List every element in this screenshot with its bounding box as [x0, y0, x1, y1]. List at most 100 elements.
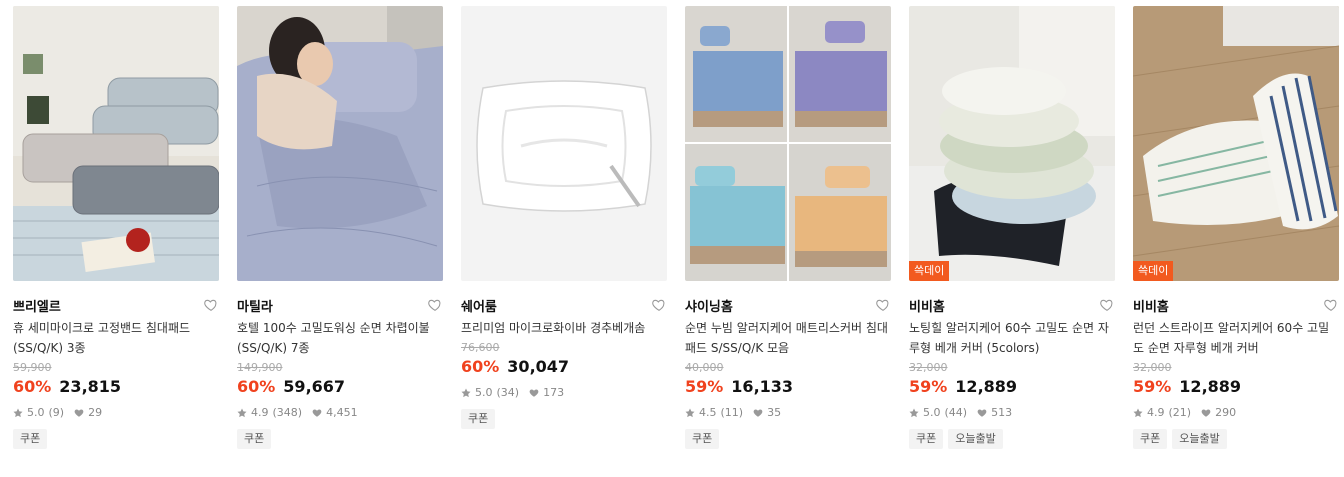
product-stats: 5.0 (34) 173: [461, 386, 667, 399]
discount-rate: 60%: [237, 377, 276, 396]
product-image[interactable]: [461, 6, 667, 281]
discount-rate: 60%: [13, 377, 52, 396]
brand-name[interactable]: 쉐어룸: [461, 296, 497, 315]
product-photo-pillow: [461, 6, 667, 281]
like-count: 173: [543, 386, 565, 399]
coupon-tag: 쿠폰: [685, 429, 720, 449]
product-grid: 쁘리엘르 휴 세미마이크로 고정밴드 침대패드 (SS/Q/K) 3종 59,9…: [13, 6, 1339, 449]
product-card[interactable]: 쓱데이 비비홈 노팅힐 알러지케어 60수 고밀도 순면 자루형 베개 커버 (…: [909, 6, 1115, 449]
review-count: (9): [48, 406, 65, 419]
like-icon: [529, 388, 539, 397]
product-image[interactable]: [13, 6, 219, 281]
like-icon: [977, 408, 987, 417]
product-stats: 4.9 (348) 4,451: [237, 406, 443, 419]
review-count: (44): [944, 406, 968, 419]
same-day-ship-tag: 오늘출발: [948, 429, 1003, 449]
brand-name[interactable]: 쁘리엘르: [13, 296, 61, 315]
product-title[interactable]: 프리미엄 마이크로화이바 경추베개솜: [461, 318, 667, 338]
heart-icon[interactable]: [651, 297, 667, 313]
heart-icon[interactable]: [1099, 297, 1115, 313]
product-stats: 4.9 (21) 290: [1133, 406, 1339, 419]
product-image[interactable]: 쓱데이: [909, 6, 1115, 281]
review-count: (348): [272, 406, 303, 419]
product-card[interactable]: 쁘리엘르 휴 세미마이크로 고정밴드 침대패드 (SS/Q/K) 3종 59,9…: [13, 6, 219, 449]
original-price: 32,000: [909, 361, 948, 374]
coupon-tag: 쿠폰: [461, 409, 496, 429]
sale-price: 23,815: [59, 377, 122, 396]
review-count: (21): [1168, 406, 1192, 419]
product-image[interactable]: [685, 6, 891, 281]
heart-icon[interactable]: [427, 297, 443, 313]
product-title[interactable]: 호텔 100수 고밀도워싱 순면 차렵이불(SS/Q/K) 7종: [237, 318, 443, 358]
like-icon: [312, 408, 322, 417]
product-title[interactable]: 런던 스트라이프 알러지케어 60수 고밀도 순면 자루형 베개 커버: [1133, 318, 1339, 358]
star-icon: [461, 388, 471, 397]
rating-value: 4.5: [699, 406, 717, 419]
original-price: 32,000: [1133, 361, 1172, 374]
product-stats: 5.0 (44) 513: [909, 406, 1115, 419]
product-photo-pillow-covers: [909, 6, 1115, 281]
coupon-tag: 쿠폰: [1133, 429, 1168, 449]
tag-list: 쿠폰 오늘출발: [1133, 429, 1339, 449]
product-card[interactable]: 쓱데이 비비홈 런던 스트라이프 알러지케어 60수 고밀도 순면 자루형 베개…: [1133, 6, 1339, 449]
product-title[interactable]: 휴 세미마이크로 고정밴드 침대패드 (SS/Q/K) 3종: [13, 318, 219, 358]
product-photo-mattress-cover: [685, 6, 891, 281]
like-icon: [753, 408, 763, 417]
product-photo-comforter: [237, 6, 443, 281]
product-image[interactable]: 쓱데이: [1133, 6, 1339, 281]
product-image[interactable]: [237, 6, 443, 281]
product-stats: 5.0 (9) 29: [13, 406, 219, 419]
original-price: 76,600: [461, 341, 500, 354]
star-icon: [1133, 408, 1143, 417]
star-icon: [237, 408, 247, 417]
coupon-tag: 쿠폰: [237, 429, 272, 449]
rating-value: 4.9: [1147, 406, 1165, 419]
coupon-tag: 쿠폰: [909, 429, 944, 449]
tag-list: 쿠폰: [461, 409, 667, 429]
product-card[interactable]: 마틸라 호텔 100수 고밀도워싱 순면 차렵이불(SS/Q/K) 7종 149…: [237, 6, 443, 449]
like-icon: [1201, 408, 1211, 417]
product-card[interactable]: 쉐어룸 프리미엄 마이크로화이바 경추베개솜 76,600 60% 30,047…: [461, 6, 667, 449]
product-stats: 4.5 (11) 35: [685, 406, 891, 419]
review-count: (11): [720, 406, 744, 419]
original-price: 149,900: [237, 361, 283, 374]
discount-rate: 59%: [909, 377, 948, 396]
product-photo-striped-pillow: [1133, 6, 1339, 281]
heart-icon[interactable]: [1323, 297, 1339, 313]
like-icon: [74, 408, 84, 417]
brand-name[interactable]: 비비홈: [909, 296, 945, 315]
brand-name[interactable]: 샤이닝홈: [685, 296, 733, 315]
star-icon: [685, 408, 695, 417]
tag-list: 쿠폰: [13, 429, 219, 449]
product-title[interactable]: 노팅힐 알러지케어 60수 고밀도 순면 자루형 베개 커버 (5colors): [909, 318, 1115, 358]
product-card[interactable]: 샤이닝홈 순면 누빔 알러지케어 매트리스커버 침대패드 S/SS/Q/K 모음…: [685, 6, 891, 449]
heart-icon[interactable]: [875, 297, 891, 313]
tag-list: 쿠폰: [685, 429, 891, 449]
sale-price: 59,667: [283, 377, 346, 396]
promo-badge: 쓱데이: [909, 261, 950, 281]
star-icon: [13, 408, 23, 417]
heart-icon[interactable]: [203, 297, 219, 313]
like-count: 4,451: [326, 406, 358, 419]
like-count: 513: [991, 406, 1013, 419]
like-count: 29: [88, 406, 103, 419]
discount-rate: 59%: [685, 377, 724, 396]
like-count: 290: [1215, 406, 1237, 419]
sale-price: 12,889: [1179, 377, 1242, 396]
brand-name[interactable]: 마틸라: [237, 296, 273, 315]
star-icon: [909, 408, 919, 417]
rating-value: 5.0: [475, 386, 493, 399]
review-count: (34): [496, 386, 520, 399]
product-photo-bedpad: [13, 6, 219, 281]
coupon-tag: 쿠폰: [13, 429, 48, 449]
brand-name[interactable]: 비비홈: [1133, 296, 1169, 315]
promo-badge: 쓱데이: [1133, 261, 1174, 281]
discount-rate: 59%: [1133, 377, 1172, 396]
like-count: 35: [767, 406, 782, 419]
original-price: 59,900: [13, 361, 52, 374]
sale-price: 16,133: [731, 377, 794, 396]
tag-list: 쿠폰: [237, 429, 443, 449]
product-title[interactable]: 순면 누빔 알러지케어 매트리스커버 침대패드 S/SS/Q/K 모음: [685, 318, 891, 358]
discount-rate: 60%: [461, 357, 500, 376]
rating-value: 5.0: [27, 406, 45, 419]
